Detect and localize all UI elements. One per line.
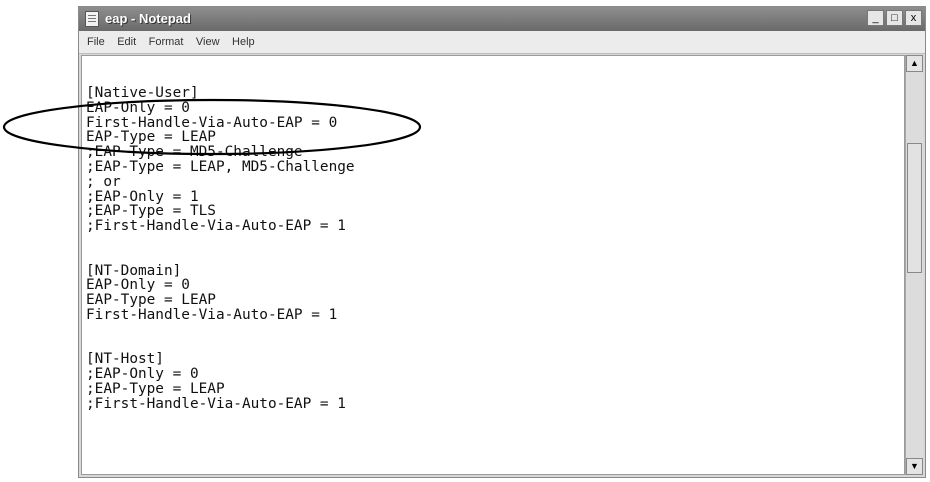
editor-line: [NT-Host] — [86, 351, 164, 368]
notepad-icon — [85, 11, 99, 27]
notepad-window: eap - Notepad _ □ x File Edit Format Vie… — [78, 6, 926, 478]
editor-line: ;EAP-Type = TLS — [86, 203, 216, 220]
editor-line: ;EAP-Only = 1 — [86, 188, 199, 205]
editor-line: ;EAP-Type = LEAP, MD5-Challenge — [86, 158, 355, 175]
editor-line: First-Handle-Via-Auto-EAP = 0 — [86, 114, 338, 131]
editor-line: [NT-Domain] — [86, 262, 182, 279]
title-bar[interactable]: eap - Notepad _ □ x — [79, 7, 925, 31]
menu-format[interactable]: Format — [145, 31, 188, 48]
editor-line: ;EAP-Type = MD5-Challenge — [86, 144, 303, 161]
vertical-scrollbar[interactable]: ▲ ▼ — [905, 55, 923, 475]
window-title: eap - Notepad — [105, 11, 191, 26]
editor-line: EAP-Only = 0 — [86, 99, 190, 116]
scroll-up-arrow-icon[interactable]: ▲ — [906, 55, 923, 72]
menu-view[interactable]: View — [192, 31, 224, 48]
menu-help[interactable]: Help — [228, 31, 259, 48]
menu-bar: File Edit Format View Help — [79, 31, 925, 54]
editor-line: EAP-Type = LEAP — [86, 129, 216, 146]
editor-line: ;EAP-Type = LEAP — [86, 380, 225, 397]
window-controls: _ □ x — [867, 10, 922, 26]
scroll-down-arrow-icon[interactable]: ▼ — [906, 458, 923, 475]
minimize-button[interactable]: _ — [867, 10, 884, 26]
close-button[interactable]: x — [905, 10, 922, 26]
text-editor[interactable]: [Native-User] EAP-Only = 0 First-Handle-… — [81, 55, 905, 475]
editor-line: ;First-Handle-Via-Auto-EAP = 1 — [86, 395, 346, 412]
editor-line: EAP-Type = LEAP — [86, 292, 216, 309]
editor-line: EAP-Only = 0 — [86, 277, 190, 294]
editor-line: [Native-User] — [86, 85, 199, 101]
editor-line: First-Handle-Via-Auto-EAP = 1 — [86, 306, 338, 323]
menu-edit[interactable]: Edit — [113, 31, 140, 48]
editor-line: ;First-Handle-Via-Auto-EAP = 1 — [86, 218, 346, 235]
maximize-button[interactable]: □ — [886, 10, 903, 26]
editor-line: ;EAP-Only = 0 — [86, 366, 199, 383]
editor-text: [Native-User] EAP-Only = 0 First-Handle-… — [86, 86, 355, 412]
scroll-thumb[interactable] — [907, 143, 922, 273]
editor-line: ; or — [86, 173, 121, 190]
menu-file[interactable]: File — [79, 31, 109, 48]
